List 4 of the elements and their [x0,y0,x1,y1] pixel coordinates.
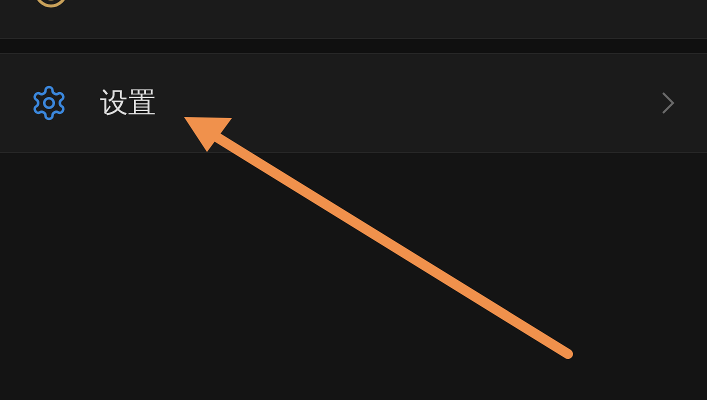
menu-label: 设置 [100,85,156,121]
chevron-icon [661,91,675,115]
settings-row[interactable]: 设置 [0,53,707,153]
menu-row[interactable] [0,0,707,39]
